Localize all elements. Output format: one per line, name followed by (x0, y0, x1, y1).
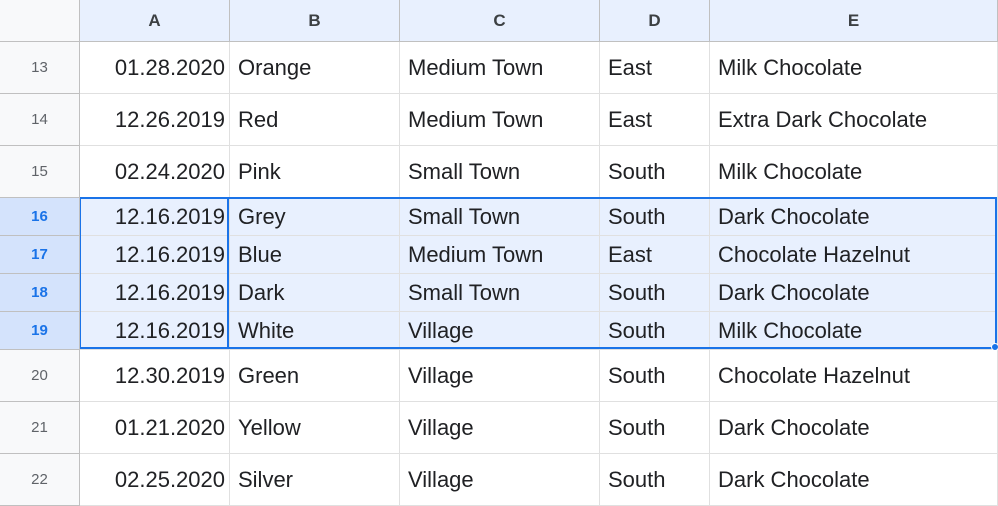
cell-d17[interactable]: East (600, 236, 710, 274)
cell-c20[interactable]: Village (400, 350, 600, 402)
column-header-b[interactable]: B (230, 0, 400, 42)
cell-b20[interactable]: Green (230, 350, 400, 402)
cell-d15[interactable]: South (600, 146, 710, 198)
table-row: 12.16.2019WhiteVillageSouthMilk Chocolat… (80, 312, 998, 350)
row-header-14[interactable]: 14 (0, 94, 80, 146)
table-row: 02.24.2020PinkSmall TownSouthMilk Chocol… (80, 146, 998, 198)
select-all-corner[interactable] (0, 0, 80, 42)
row-header-19[interactable]: 19 (0, 312, 80, 350)
table-row: 02.25.2020SilverVillageSouthDark Chocola… (80, 454, 998, 506)
cell-a17[interactable]: 12.16.2019 (80, 236, 230, 274)
row-header-16[interactable]: 16 (0, 198, 80, 236)
cell-d19[interactable]: South (600, 312, 710, 350)
table-row: 01.28.2020OrangeMedium TownEastMilk Choc… (80, 42, 998, 94)
cell-e19[interactable]: Milk Chocolate (710, 312, 998, 350)
cell-b15[interactable]: Pink (230, 146, 400, 198)
cell-a14[interactable]: 12.26.2019 (80, 94, 230, 146)
cell-e18[interactable]: Dark Chocolate (710, 274, 998, 312)
column-header-e[interactable]: E (710, 0, 998, 42)
cell-b21[interactable]: Yellow (230, 402, 400, 454)
column-header-d[interactable]: D (600, 0, 710, 42)
cell-e16[interactable]: Dark Chocolate (710, 198, 998, 236)
cell-c21[interactable]: Village (400, 402, 600, 454)
cell-a22[interactable]: 02.25.2020 (80, 454, 230, 506)
cell-d16[interactable]: South (600, 198, 710, 236)
cell-b13[interactable]: Orange (230, 42, 400, 94)
spreadsheet[interactable]: ABCDE 13141516171819202122 01.28.2020Ora… (0, 0, 998, 506)
table-row: 12.16.2019GreySmall TownSouthDark Chocol… (80, 198, 998, 236)
row-header-15[interactable]: 15 (0, 146, 80, 198)
cell-a18[interactable]: 12.16.2019 (80, 274, 230, 312)
row-header-18[interactable]: 18 (0, 274, 80, 312)
cell-c18[interactable]: Small Town (400, 274, 600, 312)
cell-a13[interactable]: 01.28.2020 (80, 42, 230, 94)
cell-e22[interactable]: Dark Chocolate (710, 454, 998, 506)
cell-e17[interactable]: Chocolate Hazelnut (710, 236, 998, 274)
cell-c16[interactable]: Small Town (400, 198, 600, 236)
cells-area[interactable]: 01.28.2020OrangeMedium TownEastMilk Choc… (80, 42, 998, 506)
cell-b22[interactable]: Silver (230, 454, 400, 506)
cell-a20[interactable]: 12.30.2019 (80, 350, 230, 402)
row-header-21[interactable]: 21 (0, 402, 80, 454)
column-headers: ABCDE (0, 0, 998, 42)
cell-b16[interactable]: Grey (230, 198, 400, 236)
cell-d14[interactable]: East (600, 94, 710, 146)
cell-e14[interactable]: Extra Dark Chocolate (710, 94, 998, 146)
cell-c17[interactable]: Medium Town (400, 236, 600, 274)
cell-c14[interactable]: Medium Town (400, 94, 600, 146)
cell-a21[interactable]: 01.21.2020 (80, 402, 230, 454)
cell-e13[interactable]: Milk Chocolate (710, 42, 998, 94)
cell-b19[interactable]: White (230, 312, 400, 350)
cell-c22[interactable]: Village (400, 454, 600, 506)
cell-a15[interactable]: 02.24.2020 (80, 146, 230, 198)
cell-c19[interactable]: Village (400, 312, 600, 350)
table-row: 12.30.2019GreenVillageSouthChocolate Haz… (80, 350, 998, 402)
column-header-a[interactable]: A (80, 0, 230, 42)
row-header-13[interactable]: 13 (0, 42, 80, 94)
cell-b14[interactable]: Red (230, 94, 400, 146)
cell-d18[interactable]: South (600, 274, 710, 312)
row-header-17[interactable]: 17 (0, 236, 80, 274)
cell-e20[interactable]: Chocolate Hazelnut (710, 350, 998, 402)
table-row: 12.16.2019DarkSmall TownSouthDark Chocol… (80, 274, 998, 312)
cell-a19[interactable]: 12.16.2019 (80, 312, 230, 350)
table-row: 01.21.2020YellowVillageSouthDark Chocola… (80, 402, 998, 454)
table-row: 12.26.2019RedMedium TownEastExtra Dark C… (80, 94, 998, 146)
cell-a16[interactable]: 12.16.2019 (80, 198, 230, 236)
cell-b17[interactable]: Blue (230, 236, 400, 274)
cell-c15[interactable]: Small Town (400, 146, 600, 198)
cell-c13[interactable]: Medium Town (400, 42, 600, 94)
column-header-c[interactable]: C (400, 0, 600, 42)
cell-d22[interactable]: South (600, 454, 710, 506)
cell-d20[interactable]: South (600, 350, 710, 402)
row-header-20[interactable]: 20 (0, 350, 80, 402)
row-header-22[interactable]: 22 (0, 454, 80, 506)
cell-d21[interactable]: South (600, 402, 710, 454)
cell-b18[interactable]: Dark (230, 274, 400, 312)
cell-e15[interactable]: Milk Chocolate (710, 146, 998, 198)
cell-e21[interactable]: Dark Chocolate (710, 402, 998, 454)
row-headers: 13141516171819202122 (0, 42, 80, 506)
table-row: 12.16.2019BlueMedium TownEastChocolate H… (80, 236, 998, 274)
cell-d13[interactable]: East (600, 42, 710, 94)
